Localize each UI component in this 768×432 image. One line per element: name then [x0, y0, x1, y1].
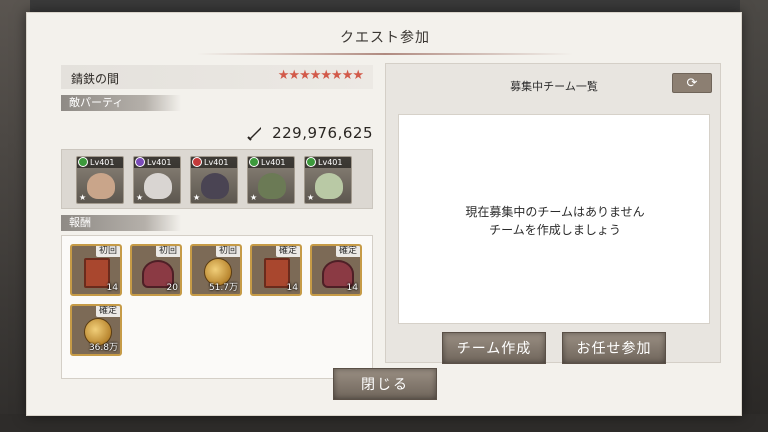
rarity-star-icon: ★: [136, 193, 144, 202]
reward-tag: 初回: [95, 246, 120, 257]
reward-tag: 確定: [275, 246, 300, 257]
reward-quantity: 14: [106, 283, 118, 293]
difficulty-stars: ★★★★★★★★: [277, 68, 364, 83]
enemy-power-value: 229,976,625: [272, 124, 373, 142]
enemy-face-image: [258, 173, 286, 199]
reward-item[interactable]: 初回 20: [130, 244, 182, 296]
reward-quantity: 36.8万: [88, 343, 118, 353]
auto-join-button[interactable]: お任せ参加: [562, 332, 666, 364]
stage-name: 錆鉄の間: [71, 72, 120, 86]
difficulty-star-icon: ★: [277, 68, 290, 83]
reward-quantity: 14: [346, 283, 358, 293]
enemy-portrait[interactable]: Lv401 ★: [133, 156, 181, 204]
difficulty-star-icon: ★: [352, 68, 364, 83]
reward-item[interactable]: 初回 51.7万: [190, 244, 242, 296]
reward-tag: 確定: [335, 246, 360, 257]
background-bottom-menu: [0, 414, 768, 432]
rarity-star-icon: ★: [307, 193, 315, 202]
enemy-portrait[interactable]: Lv401 ★: [247, 156, 295, 204]
element-icon: [192, 157, 202, 167]
recruiting-teams-panel: 募集中チーム一覧 ⟳ 現在募集中のチームはありません チームを作成しましょう チ…: [385, 63, 721, 364]
create-team-button[interactable]: チーム作成: [442, 332, 546, 364]
difficulty-star-icon: ★: [309, 68, 322, 83]
rarity-star-icon: ★: [250, 193, 258, 202]
empty-message-line1: 現在募集中のチームはありません: [465, 205, 645, 219]
empty-team-message: 現在募集中のチームはありません チームを作成しましょう: [399, 203, 711, 239]
quest-join-dialog: クエスト参加 錆鉄の間 ★★★★★★★★ 敵パーティ 229,976,625 L…: [26, 12, 742, 416]
stage-header: 錆鉄の間 ★★★★★★★★: [61, 65, 373, 89]
reward-list: 初回 14 初回 20 初回 51.7万 確定 14 確定 14 確定 36.8万: [61, 235, 373, 379]
enemy-portrait[interactable]: Lv401 ★: [76, 156, 124, 204]
element-icon: [78, 157, 88, 167]
enemy-party-list: Lv401 ★ Lv401 ★ Lv401 ★ Lv401 ★ Lv401 ★: [61, 149, 373, 209]
title-divider: [197, 53, 573, 55]
reward-item[interactable]: 確定 14: [310, 244, 362, 296]
enemy-face-image: [144, 173, 172, 199]
enemy-power: 229,976,625: [246, 123, 373, 143]
reward-item[interactable]: 確定 14: [250, 244, 302, 296]
difficulty-star-icon: ★: [288, 68, 300, 83]
enemy-portrait[interactable]: Lv401 ★: [304, 156, 352, 204]
enemy-face-image: [87, 173, 115, 199]
sword-icon: [247, 127, 262, 141]
difficulty-star-icon: ★: [320, 68, 332, 83]
team-list: 現在募集中のチームはありません チームを作成しましょう: [398, 114, 710, 324]
reward-quantity: 20: [166, 283, 178, 293]
difficulty-star-icon: ★: [341, 68, 354, 83]
enemy-party-label: 敵パーティ: [61, 95, 181, 111]
reward-label: 報酬: [61, 215, 181, 231]
reward-tag: 初回: [155, 246, 180, 257]
reward-tag: 初回: [215, 246, 240, 257]
refresh-icon: ⟳: [686, 75, 698, 91]
element-icon: [135, 157, 145, 167]
element-icon: [306, 157, 316, 167]
rarity-star-icon: ★: [79, 193, 87, 202]
reward-quantity: 51.7万: [208, 283, 238, 293]
enemy-face-image: [201, 173, 229, 199]
reward-item[interactable]: 初回 14: [70, 244, 122, 296]
background-right: [740, 0, 768, 432]
close-button[interactable]: 閉じる: [333, 368, 437, 400]
refresh-button[interactable]: ⟳: [672, 73, 712, 93]
reward-item[interactable]: 確定 36.8万: [70, 304, 122, 356]
element-icon: [249, 157, 259, 167]
difficulty-star-icon: ★: [331, 68, 343, 83]
dialog-title: クエスト参加: [340, 30, 430, 46]
enemy-face-image: [315, 173, 343, 199]
enemy-portrait[interactable]: Lv401 ★: [190, 156, 238, 204]
empty-message-line2: チームを作成しましょう: [489, 223, 621, 237]
difficulty-star-icon: ★: [299, 68, 311, 83]
reward-quantity: 14: [286, 283, 298, 293]
rarity-star-icon: ★: [193, 193, 201, 202]
reward-tag: 確定: [95, 306, 120, 317]
